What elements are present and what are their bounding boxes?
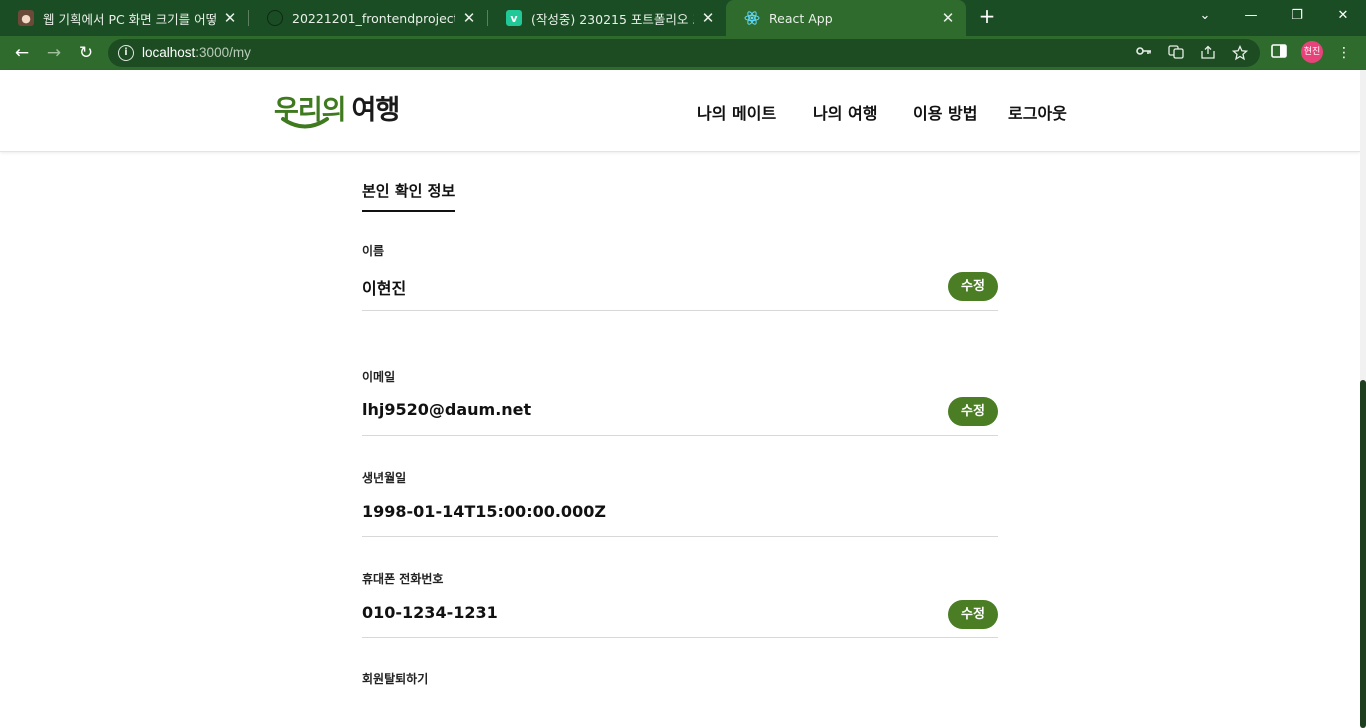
tab-title: (작성중) 230215 포트폴리오 프로 (531, 11, 694, 27)
field-label: 생년월일 (362, 471, 407, 485)
page-scrollbar[interactable] (1360, 70, 1366, 728)
react-favicon-icon (744, 10, 760, 26)
tab-title: 20221201_frontendproject/UserI (292, 10, 455, 26)
address-bar[interactable]: i localhost:3000/my (108, 39, 1260, 67)
restore-icon[interactable]: ❐ (1274, 4, 1320, 28)
logo-smile-icon (281, 117, 329, 129)
page-viewport: 우리의 여행 나의 메이트 나의 여행 이용 방법 로그아웃 본인 확인 정보 이… (0, 70, 1360, 728)
field-label: 이름 (362, 244, 385, 258)
email-field: 이메일 lhj9520@daum.net 수정 (362, 368, 998, 436)
birthdate-field: 생년월일 1998-01-14T15:00:00.000Z (362, 469, 998, 537)
nav-my-trip[interactable]: 나의 여행 (813, 100, 877, 124)
field-label: 이메일 (362, 370, 396, 384)
translate-icon[interactable] (1167, 45, 1185, 61)
logo-text-secondary: 여행 (351, 95, 401, 126)
withdraw-link[interactable]: 회원탈퇴하기 (362, 670, 428, 687)
site-info-icon[interactable]: i (118, 45, 134, 61)
field-label: 휴대폰 전화번호 (362, 572, 444, 586)
nav-logout[interactable]: 로그아웃 (1008, 100, 1067, 124)
scrollbar-thumb[interactable] (1360, 380, 1366, 728)
field-value: 1998-01-14T15:00:00.000Z (362, 502, 606, 521)
share-icon[interactable] (1199, 45, 1217, 61)
phone-field: 휴대폰 전화번호 010-1234-1231 수정 (362, 570, 998, 638)
browser-tab[interactable]: ● 웹 기획에서 PC 화면 크기를 어떻 ✕ (0, 4, 248, 32)
field-value: 010-1234-1231 (362, 603, 498, 622)
tab-close-icon[interactable]: ✕ (940, 9, 956, 27)
browser-tab[interactable]: v (작성중) 230215 포트폴리오 프로 ✕ (488, 4, 726, 32)
tab-close-icon[interactable]: ✕ (700, 9, 716, 27)
edit-email-button[interactable]: 수정 (948, 397, 998, 426)
new-tab-icon[interactable]: + (976, 6, 998, 28)
nav-my-mate[interactable]: 나의 메이트 (697, 100, 776, 124)
browser-toolbar: ← → ↻ i localhost:3000/my ⋮ (0, 36, 1366, 70)
reload-icon[interactable]: ↻ (74, 41, 98, 65)
browser-tab[interactable]: 20221201_frontendproject/UserI ✕ (249, 4, 487, 32)
tab-search-icon[interactable]: ⌄ (1182, 4, 1228, 28)
forward-icon[interactable]: → (42, 41, 66, 65)
site-header: 우리의 여행 나의 메이트 나의 여행 이용 방법 로그아웃 (0, 70, 1360, 152)
section-title: 본인 확인 정보 (362, 180, 456, 212)
url-text[interactable]: localhost:3000/my (142, 45, 251, 60)
browser-tab-active[interactable]: React App ✕ (726, 0, 966, 36)
avatar-favicon-icon: ● (18, 10, 34, 26)
browser-tab-strip: ● 웹 기획에서 PC 화면 크기를 어떻 ✕ 20221201_fronten… (0, 0, 1366, 36)
field-value: 이현진 (362, 279, 407, 298)
tab-title: 웹 기획에서 PC 화면 크기를 어떻 (43, 11, 216, 27)
key-icon[interactable] (1135, 45, 1153, 61)
edit-phone-button[interactable]: 수정 (948, 600, 998, 629)
nav-how-to-use[interactable]: 이용 방법 (913, 100, 977, 124)
browser-menu-icon[interactable]: ⋮ (1335, 44, 1353, 62)
minimize-icon[interactable]: — (1228, 4, 1274, 28)
edit-name-button[interactable]: 수정 (948, 272, 998, 301)
bookmark-star-icon[interactable] (1231, 44, 1249, 61)
url-host: localhost (142, 45, 196, 60)
github-favicon-icon (267, 10, 283, 26)
tab-close-icon[interactable]: ✕ (222, 9, 238, 27)
site-logo[interactable]: 우리의 여행 (274, 88, 401, 132)
field-value: lhj9520@daum.net (362, 400, 532, 419)
velog-favicon-icon: v (506, 10, 522, 26)
back-icon[interactable]: ← (10, 41, 34, 65)
profile-avatar[interactable]: 현진 (1301, 41, 1323, 63)
name-field: 이름 이현진 수정 (362, 242, 998, 311)
tab-close-icon[interactable]: ✕ (461, 9, 477, 27)
tab-title: React App (769, 10, 833, 26)
url-path: :3000/my (195, 45, 251, 60)
side-panel-icon[interactable] (1270, 44, 1288, 62)
window-close-icon[interactable]: ✕ (1320, 4, 1366, 28)
